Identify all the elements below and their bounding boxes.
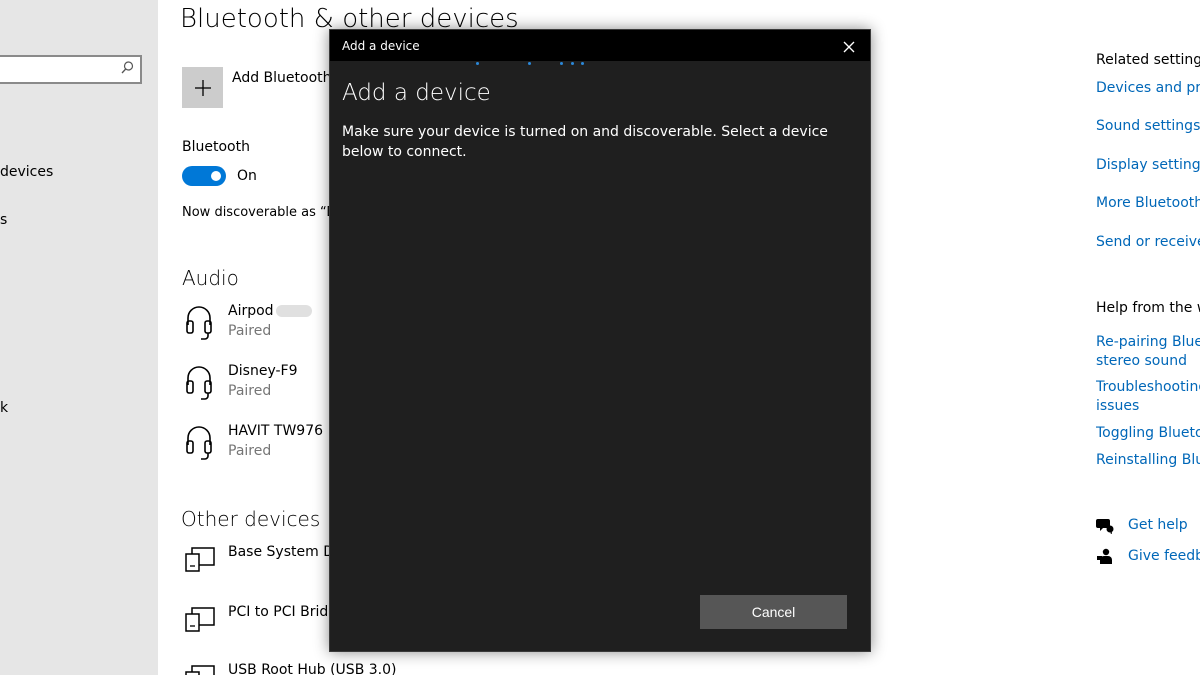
link-devices-and-printers[interactable]: Devices and print bbox=[1096, 79, 1200, 98]
search-input[interactable] bbox=[0, 55, 142, 84]
add-device-label[interactable]: Add Bluetooth o bbox=[232, 70, 345, 86]
link-display-settings[interactable]: Display settings bbox=[1096, 156, 1200, 175]
redacted-text bbox=[275, 305, 312, 317]
nav-item-fragment[interactable]: s bbox=[0, 212, 7, 228]
plus-icon bbox=[194, 79, 211, 96]
related-settings-heading: Related settings bbox=[1096, 52, 1200, 68]
cancel-button[interactable]: Cancel bbox=[700, 595, 847, 629]
device-icon bbox=[184, 544, 218, 578]
link-troubleshooting-cont[interactable]: issues bbox=[1096, 397, 1139, 416]
dialog-window-title: Add a device bbox=[342, 39, 420, 53]
progress-dot bbox=[581, 62, 584, 65]
get-help-link[interactable]: Get help bbox=[1128, 516, 1188, 535]
device-status: Paired bbox=[228, 323, 272, 339]
help-heading: Help from the we bbox=[1096, 300, 1200, 316]
link-toggling-bluetooth[interactable]: Toggling Bluetoo bbox=[1096, 424, 1200, 443]
toggle-knob bbox=[211, 171, 221, 181]
device-name: Airpod bbox=[228, 303, 312, 319]
link-send-receive-files[interactable]: Send or receive fi bbox=[1096, 233, 1200, 252]
dialog-heading: Add a device bbox=[342, 80, 491, 106]
give-feedback-link[interactable]: Give feedba bbox=[1128, 547, 1200, 566]
related-settings-pane: Related settings Devices and print Sound… bbox=[1096, 0, 1200, 675]
link-more-bluetooth-options[interactable]: More Bluetooth o bbox=[1096, 194, 1200, 213]
add-device-dialog: Add a device Add a device Make sure your… bbox=[329, 29, 871, 652]
nav-item-fragment[interactable]: k bbox=[0, 400, 8, 416]
headset-icon bbox=[184, 423, 214, 467]
search-icon bbox=[119, 60, 135, 80]
close-icon[interactable] bbox=[842, 39, 856, 53]
device-name: Disney-F9 bbox=[228, 363, 298, 379]
nav-item-devices[interactable]: devices bbox=[0, 164, 53, 180]
link-troubleshooting[interactable]: Troubleshooting bbox=[1096, 378, 1200, 397]
device-icon bbox=[184, 604, 218, 638]
add-device-button[interactable] bbox=[182, 67, 223, 108]
dialog-titlebar[interactable]: Add a device bbox=[330, 30, 870, 61]
discoverable-text: Now discoverable as “DE bbox=[182, 205, 345, 220]
feedback-icon bbox=[1096, 547, 1114, 569]
link-repairing-bluetooth[interactable]: Re-pairing Blueto bbox=[1096, 333, 1200, 352]
progress-dot bbox=[476, 62, 479, 65]
headset-icon bbox=[184, 363, 214, 407]
device-status: Paired bbox=[228, 383, 272, 399]
get-help-icon bbox=[1096, 516, 1114, 538]
link-reinstalling-bluetooth[interactable]: Reinstalling Bluet bbox=[1096, 451, 1200, 470]
link-repairing-bluetooth-cont[interactable]: stereo sound bbox=[1096, 352, 1187, 371]
headset-icon bbox=[184, 303, 214, 347]
device-name: HAVIT TW976 bbox=[228, 423, 324, 439]
progress-dot bbox=[560, 62, 563, 65]
device-icon bbox=[184, 662, 218, 675]
other-devices-heading: Other devices bbox=[181, 507, 321, 531]
dialog-instructions: Make sure your device is turned on and d… bbox=[342, 124, 828, 160]
left-nav-pane: devices s k bbox=[0, 0, 158, 675]
progress-dot bbox=[528, 62, 531, 65]
progress-dot bbox=[571, 62, 574, 65]
audio-heading: Audio bbox=[182, 266, 239, 290]
device-name: USB Root Hub (USB 3.0) bbox=[228, 662, 397, 675]
bluetooth-toggle-state: On bbox=[237, 168, 257, 184]
bluetooth-toggle[interactable] bbox=[182, 166, 226, 186]
device-status: Paired bbox=[228, 443, 272, 459]
link-sound-settings[interactable]: Sound settings bbox=[1096, 117, 1200, 136]
bluetooth-label: Bluetooth bbox=[182, 139, 250, 155]
